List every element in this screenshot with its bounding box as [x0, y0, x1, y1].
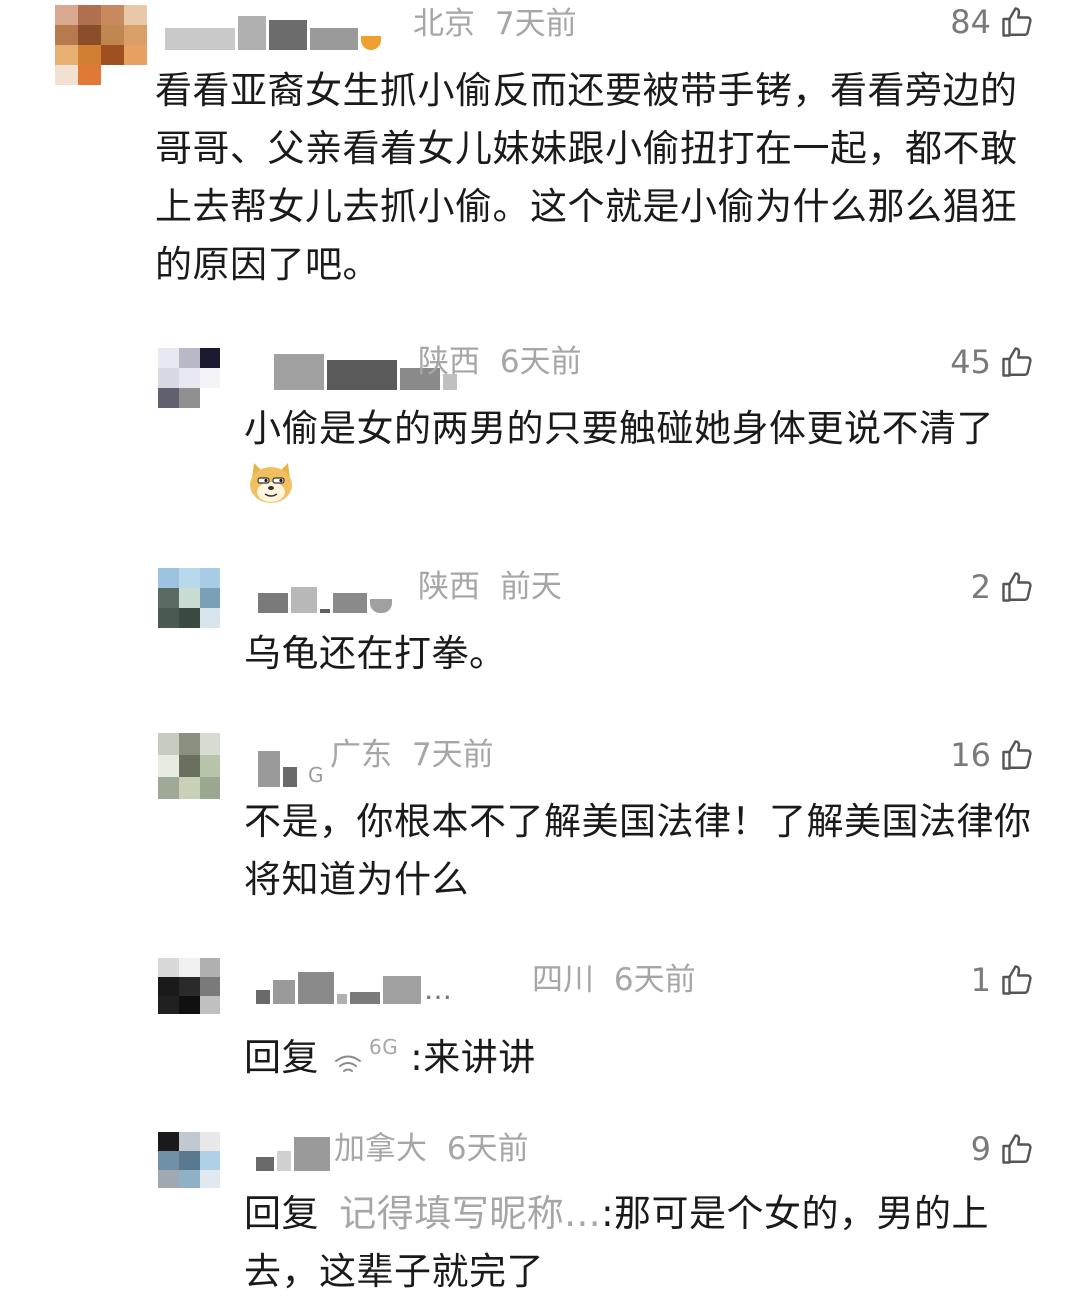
user-avatar[interactable]: [158, 733, 220, 799]
comment-text: 不是，你根本不了解美国法律！了解美国法律你将知道为什么: [244, 800, 1032, 901]
like-button[interactable]: 1: [971, 960, 1035, 1000]
comment-meta: 加拿大 6天前: [334, 1129, 529, 1169]
reply-target-nick[interactable]: 6G: [369, 1035, 398, 1059]
comment-region: 加拿大: [334, 1131, 427, 1167]
nick-suffix: G: [308, 763, 324, 787]
reply-body: :来讲讲: [410, 1036, 536, 1079]
like-count: 9: [970, 1130, 991, 1168]
comment-region: 四川: [532, 962, 594, 998]
username-blurred[interactable]: G: [258, 747, 327, 787]
comment-text: 回复 6G :来讲讲: [244, 1018, 1034, 1093]
thumbs-up-icon: [1002, 965, 1032, 995]
like-button[interactable]: 9: [971, 1129, 1035, 1169]
like-button[interactable]: 45: [950, 342, 1035, 382]
like-count: 2: [970, 568, 991, 606]
comment-time: 6天前: [613, 962, 696, 998]
comment-meta: 四川 6天前: [532, 960, 696, 1000]
comment-region: 北京: [413, 6, 475, 42]
reply-item: 加拿大 6天前 9 回复 记得填写昵称...:那可是个女的，男的上去，这辈子就完…: [158, 1127, 1035, 1293]
like-button[interactable]: 2: [971, 567, 1035, 607]
like-button[interactable]: 84: [950, 2, 1035, 42]
comment-region: 陕西: [418, 569, 480, 605]
comment-meta: 广东 7天前: [330, 735, 494, 775]
comment-time: 前天: [499, 569, 562, 605]
like-count: 1: [970, 961, 991, 999]
username-blurred[interactable]: [258, 579, 395, 613]
comment-time: 6天前: [446, 1131, 529, 1167]
user-avatar[interactable]: [158, 1132, 220, 1188]
like-count: 45: [950, 343, 991, 381]
comment-meta: 北京 7天前: [413, 4, 577, 44]
thumbs-up-icon: [1002, 740, 1032, 770]
wifi-icon: [333, 1035, 363, 1093]
username-blurred[interactable]: [165, 14, 384, 50]
user-avatar[interactable]: [158, 348, 220, 408]
comment-meta: 陕西 前天: [418, 567, 562, 607]
doge-emoji: [248, 461, 294, 522]
comment-time: 7天前: [494, 6, 577, 42]
comment-text: 回复 记得填写昵称...:那可是个女的，男的上去，这辈子就完了: [244, 1185, 1034, 1301]
reply-item: G 广东 7天前 16 不是，你根本不了解美国法律！了解美国法律你将知道为什么: [158, 733, 1035, 923]
reply-prefix: 回复: [244, 1192, 319, 1235]
reply-item: 陕西 6天前 45 小偷是女的两男的只要触碰她身体更说不清了: [158, 340, 1035, 530]
reply-prefix: 回复: [244, 1036, 319, 1079]
comment-text-body: 小偷是女的两男的只要触碰她身体更说不清了: [244, 407, 994, 450]
username-blurred[interactable]: …: [256, 970, 455, 1004]
comment-text: 乌龟还在打拳。: [244, 632, 507, 675]
like-count: 16: [950, 736, 991, 774]
thumbs-up-icon: [1002, 1134, 1032, 1164]
user-avatar[interactable]: [158, 958, 220, 1014]
thumbs-up-icon: [1002, 572, 1032, 602]
user-avatar[interactable]: [158, 568, 220, 628]
like-count: 84: [950, 3, 991, 41]
comment-text: 小偷是女的两男的只要触碰她身体更说不清了: [244, 400, 1034, 522]
comment-region: 陕西: [418, 344, 480, 380]
thumbs-up-icon: [1002, 7, 1032, 37]
username-blurred[interactable]: [256, 1135, 333, 1171]
reply-item: … 四川 6天前 1 回复 6G :来讲讲: [158, 958, 1035, 1079]
comment-text: 看看亚裔女生抓小偷反而还要被带手铐，看看旁边的哥哥、父亲看着女儿妹妹跟小偷扭打在…: [155, 69, 1018, 286]
comment-item: 北京 7天前 84 看看亚裔女生抓小偷反而还要被带手铐，看看旁边的哥哥、父亲看着…: [55, 0, 1035, 300]
comment-time: 6天前: [499, 344, 582, 380]
comment-time: 7天前: [411, 737, 494, 773]
nick-suffix: …: [424, 973, 452, 1006]
comment-region: 广东: [330, 737, 392, 773]
user-avatar[interactable]: [55, 5, 147, 85]
thumbs-up-icon: [1002, 347, 1032, 377]
reply-target-nick[interactable]: 记得填写昵称...: [339, 1192, 601, 1235]
comment-meta: 陕西 6天前: [418, 342, 582, 382]
reply-item: 陕西 前天 2 乌龟还在打拳。: [158, 565, 1035, 685]
like-button[interactable]: 16: [950, 735, 1035, 775]
